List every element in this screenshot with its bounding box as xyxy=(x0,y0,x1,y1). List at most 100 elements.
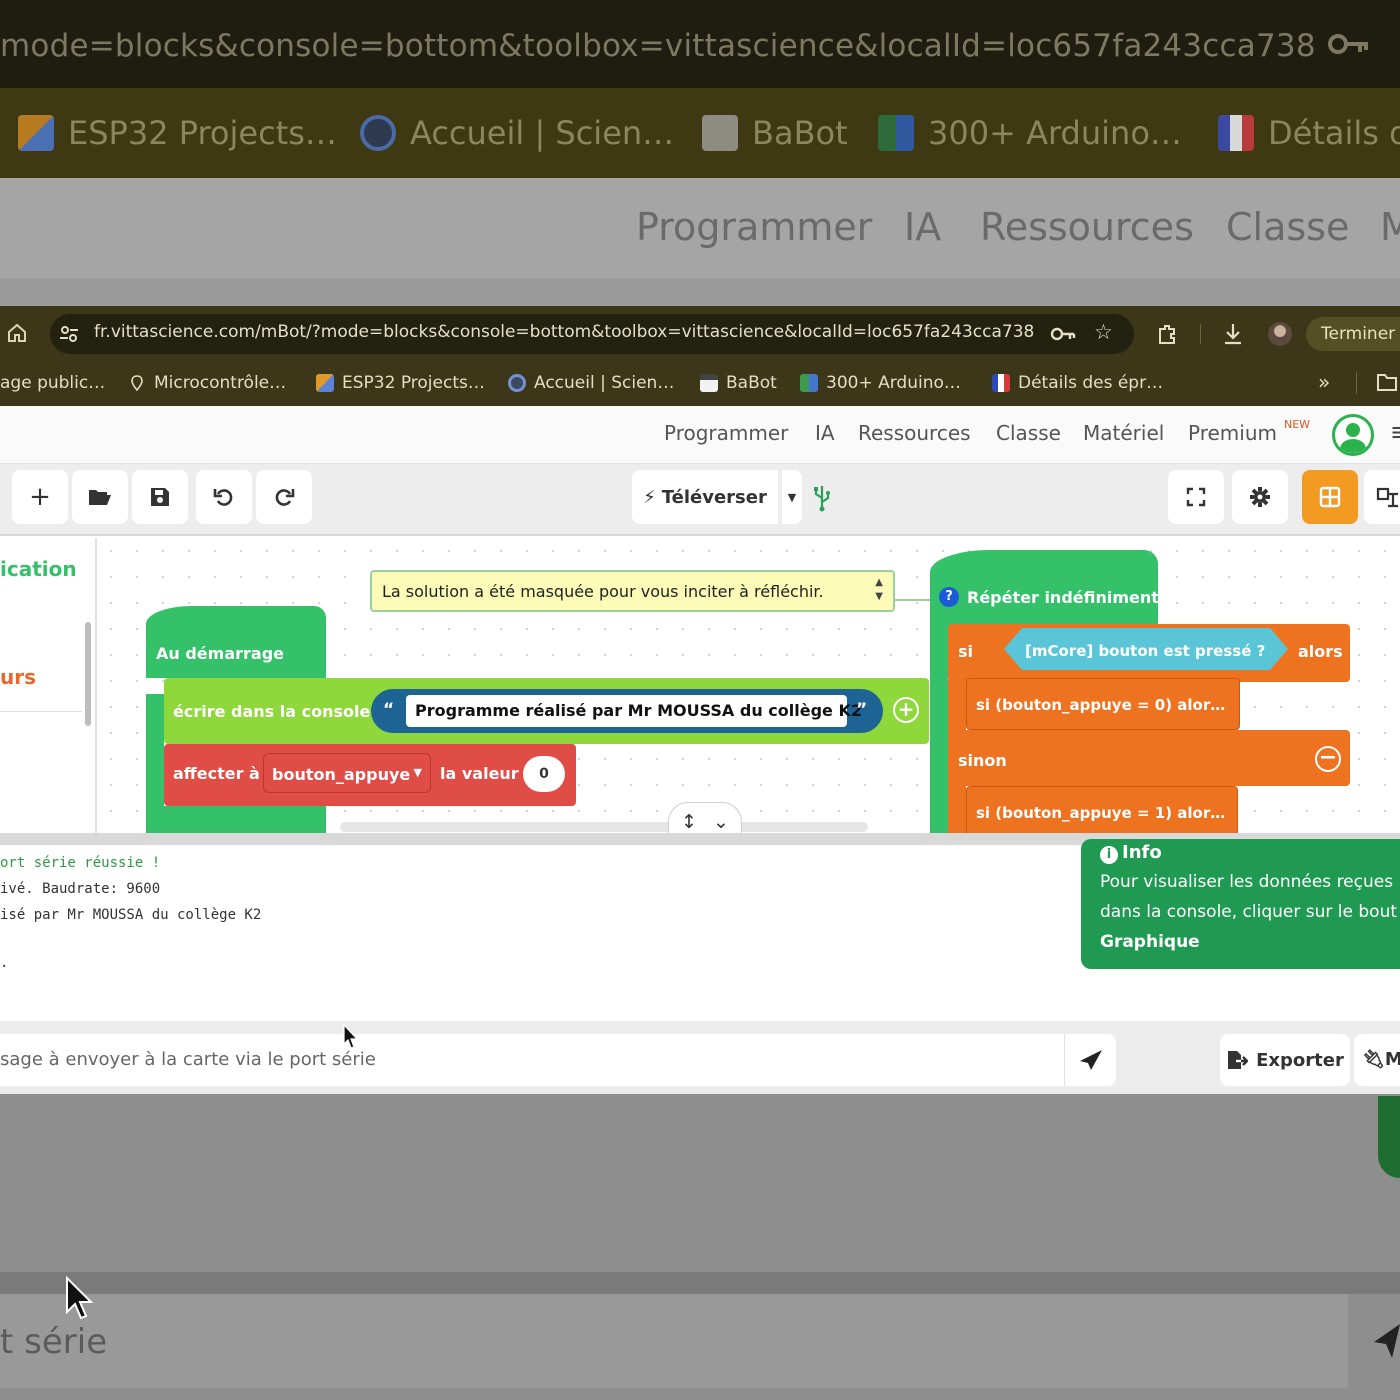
bookmark-star-icon[interactable]: ☆ xyxy=(1094,320,1113,344)
send-button[interactable] xyxy=(1064,1034,1116,1086)
nav-classe[interactable]: Classe xyxy=(996,421,1061,445)
save-button[interactable] xyxy=(132,470,188,524)
number-input[interactable]: 0 xyxy=(523,756,565,792)
upload-button[interactable]: ⚡ Téléverser xyxy=(632,470,778,524)
remove-else-icon[interactable]: − xyxy=(1315,746,1341,772)
nav-premium[interactable]: Premium xyxy=(1188,421,1277,445)
workspace-comment[interactable]: La solution a été masquée pour vous inci… xyxy=(370,570,895,612)
export-icon xyxy=(1228,1051,1249,1069)
address-url[interactable]: fr.vittascience.com/mBot/?mode=blocks&co… xyxy=(94,322,1034,342)
profile-avatar[interactable] xyxy=(1268,322,1292,346)
background-bookmark-label: Accueil | Scien… xyxy=(410,114,675,152)
bookmark-label: ESP32 Projects… xyxy=(342,373,485,393)
resize-vertical-icon[interactable]: ↕ xyxy=(681,811,697,833)
fullscreen-button[interactable] xyxy=(1168,470,1224,524)
chevron-down-icon[interactable]: ⌄ xyxy=(713,811,729,833)
variable-name: bouton_appuye xyxy=(272,765,411,784)
upload-options-button[interactable]: ▼ xyxy=(782,470,802,524)
site-settings-icon[interactable] xyxy=(58,323,80,345)
nav-ressources[interactable]: Ressources xyxy=(858,421,971,445)
comment-connector xyxy=(895,599,935,601)
lightning-icon: ⚡ xyxy=(643,486,656,508)
bookmark-item[interactable]: age public… xyxy=(0,368,105,398)
menu-icon[interactable]: ≡ xyxy=(1390,418,1400,446)
setup-block-foot xyxy=(146,806,326,834)
plug-icon: 🔌︎ xyxy=(1362,1049,1385,1070)
undo-button[interactable] xyxy=(196,470,252,524)
bookmark-item[interactable]: Microcontrôle… xyxy=(128,368,286,398)
password-key-icon[interactable] xyxy=(1050,324,1076,344)
mouse-cursor-icon xyxy=(343,1024,358,1049)
loop-block-arm xyxy=(930,624,948,834)
nav-programmer[interactable]: Programmer xyxy=(664,421,788,445)
redo-button[interactable] xyxy=(256,470,312,524)
set-variable-label: affecter à xyxy=(173,764,260,783)
collapsed-if-label: si (bouton_appuye = 0) alor… xyxy=(976,696,1226,714)
bookmarks-separator xyxy=(1356,372,1357,394)
save-icon xyxy=(151,488,169,506)
bookmarks-overflow-button[interactable]: » xyxy=(1318,370,1330,394)
info-text: Pour visualiser les données reçues xyxy=(1100,872,1394,892)
comment-resize-icon[interactable]: ▲ ▼ xyxy=(875,576,883,604)
extensions-icon[interactable] xyxy=(1156,323,1178,345)
bookmark-item[interactable]: 300+ Arduino… xyxy=(800,368,961,398)
nav-ia[interactable]: IA xyxy=(815,421,835,445)
background-split-bar xyxy=(0,1272,1400,1294)
background-bookmark: Détails d xyxy=(1218,108,1400,158)
export-label: Exporter xyxy=(1256,1049,1344,1071)
send-icon xyxy=(1079,1050,1102,1070)
workspace-scrollbar[interactable] xyxy=(340,822,868,832)
add-input-icon[interactable]: + xyxy=(893,697,919,723)
folder-open-icon xyxy=(89,490,111,505)
background-bookmark: ESP32 Projects… xyxy=(18,108,337,158)
toolbox-category-capteurs[interactable]: urs xyxy=(0,665,36,689)
settings-button[interactable] xyxy=(1232,470,1288,524)
toolbox-category-communication[interactable]: ication xyxy=(0,557,77,581)
bookmark-item[interactable]: Détails des épr… xyxy=(992,368,1163,398)
grid-icon xyxy=(1319,486,1341,508)
info-text: dans la console, cliquer sur le bout xyxy=(1100,902,1398,922)
split-view-button[interactable] xyxy=(1364,470,1400,524)
finish-button[interactable]: Terminer xyxy=(1306,317,1400,351)
bookmark-item[interactable]: BaBot xyxy=(700,368,777,398)
background-bookmark-label: Détails d xyxy=(1268,114,1400,152)
background-nav-item: Programmer xyxy=(636,205,873,249)
marianne-icon xyxy=(1218,115,1254,151)
console-line: ort série réussie ! xyxy=(0,855,161,871)
toolbox-scrollbar[interactable] xyxy=(85,622,91,726)
else-section[interactable] xyxy=(948,730,1350,786)
bookmark-item[interactable]: Accueil | Scien… xyxy=(508,368,674,398)
serial-message-input[interactable]: sage à envoyer à la carte via le port sé… xyxy=(0,1034,1064,1086)
else-label: sinon xyxy=(958,751,1007,770)
usb-icon[interactable] xyxy=(812,484,832,512)
blocks-view-button[interactable] xyxy=(1302,470,1358,524)
setup-hat-label: Au démarrage xyxy=(156,644,284,663)
arduino-icon xyxy=(878,115,914,151)
variable-dropdown[interactable]: bouton_appuye ▼ xyxy=(263,753,431,793)
layout-icon xyxy=(1376,487,1398,508)
plus-icon: + xyxy=(29,482,51,512)
console-line: isé par Mr MOUSSA du collège K2 xyxy=(0,907,262,923)
redo-icon xyxy=(275,489,295,506)
setup-hat-block[interactable] xyxy=(146,606,326,678)
background-nav-item: Ressources xyxy=(980,205,1194,249)
download-icon[interactable] xyxy=(1222,322,1244,346)
bookmark-label: Microcontrôle… xyxy=(154,373,287,393)
bookmark-label: 300+ Arduino… xyxy=(826,373,961,393)
user-account-icon[interactable] xyxy=(1332,414,1374,456)
open-project-button[interactable] xyxy=(72,470,128,524)
then-label: alors xyxy=(1298,642,1343,661)
export-button[interactable]: Exporter xyxy=(1220,1034,1350,1086)
new-project-button[interactable]: + xyxy=(12,470,68,524)
nav-materiel[interactable]: Matériel xyxy=(1083,421,1164,445)
folder-icon[interactable] xyxy=(1376,372,1398,392)
marianne-icon xyxy=(992,374,1010,392)
pin-icon xyxy=(131,375,143,392)
string-input[interactable]: Programme réalisé par Mr MOUSSA du collè… xyxy=(406,695,862,727)
info-title: i Info xyxy=(1100,842,1162,864)
home-icon[interactable] xyxy=(6,322,28,344)
connect-button[interactable]: 🔌︎M xyxy=(1354,1034,1400,1086)
bookmark-item[interactable]: ESP32 Projects… xyxy=(316,368,485,398)
help-icon[interactable]: ? xyxy=(939,587,959,607)
console-line: ivé. Baudrate: 9600 xyxy=(0,881,161,897)
